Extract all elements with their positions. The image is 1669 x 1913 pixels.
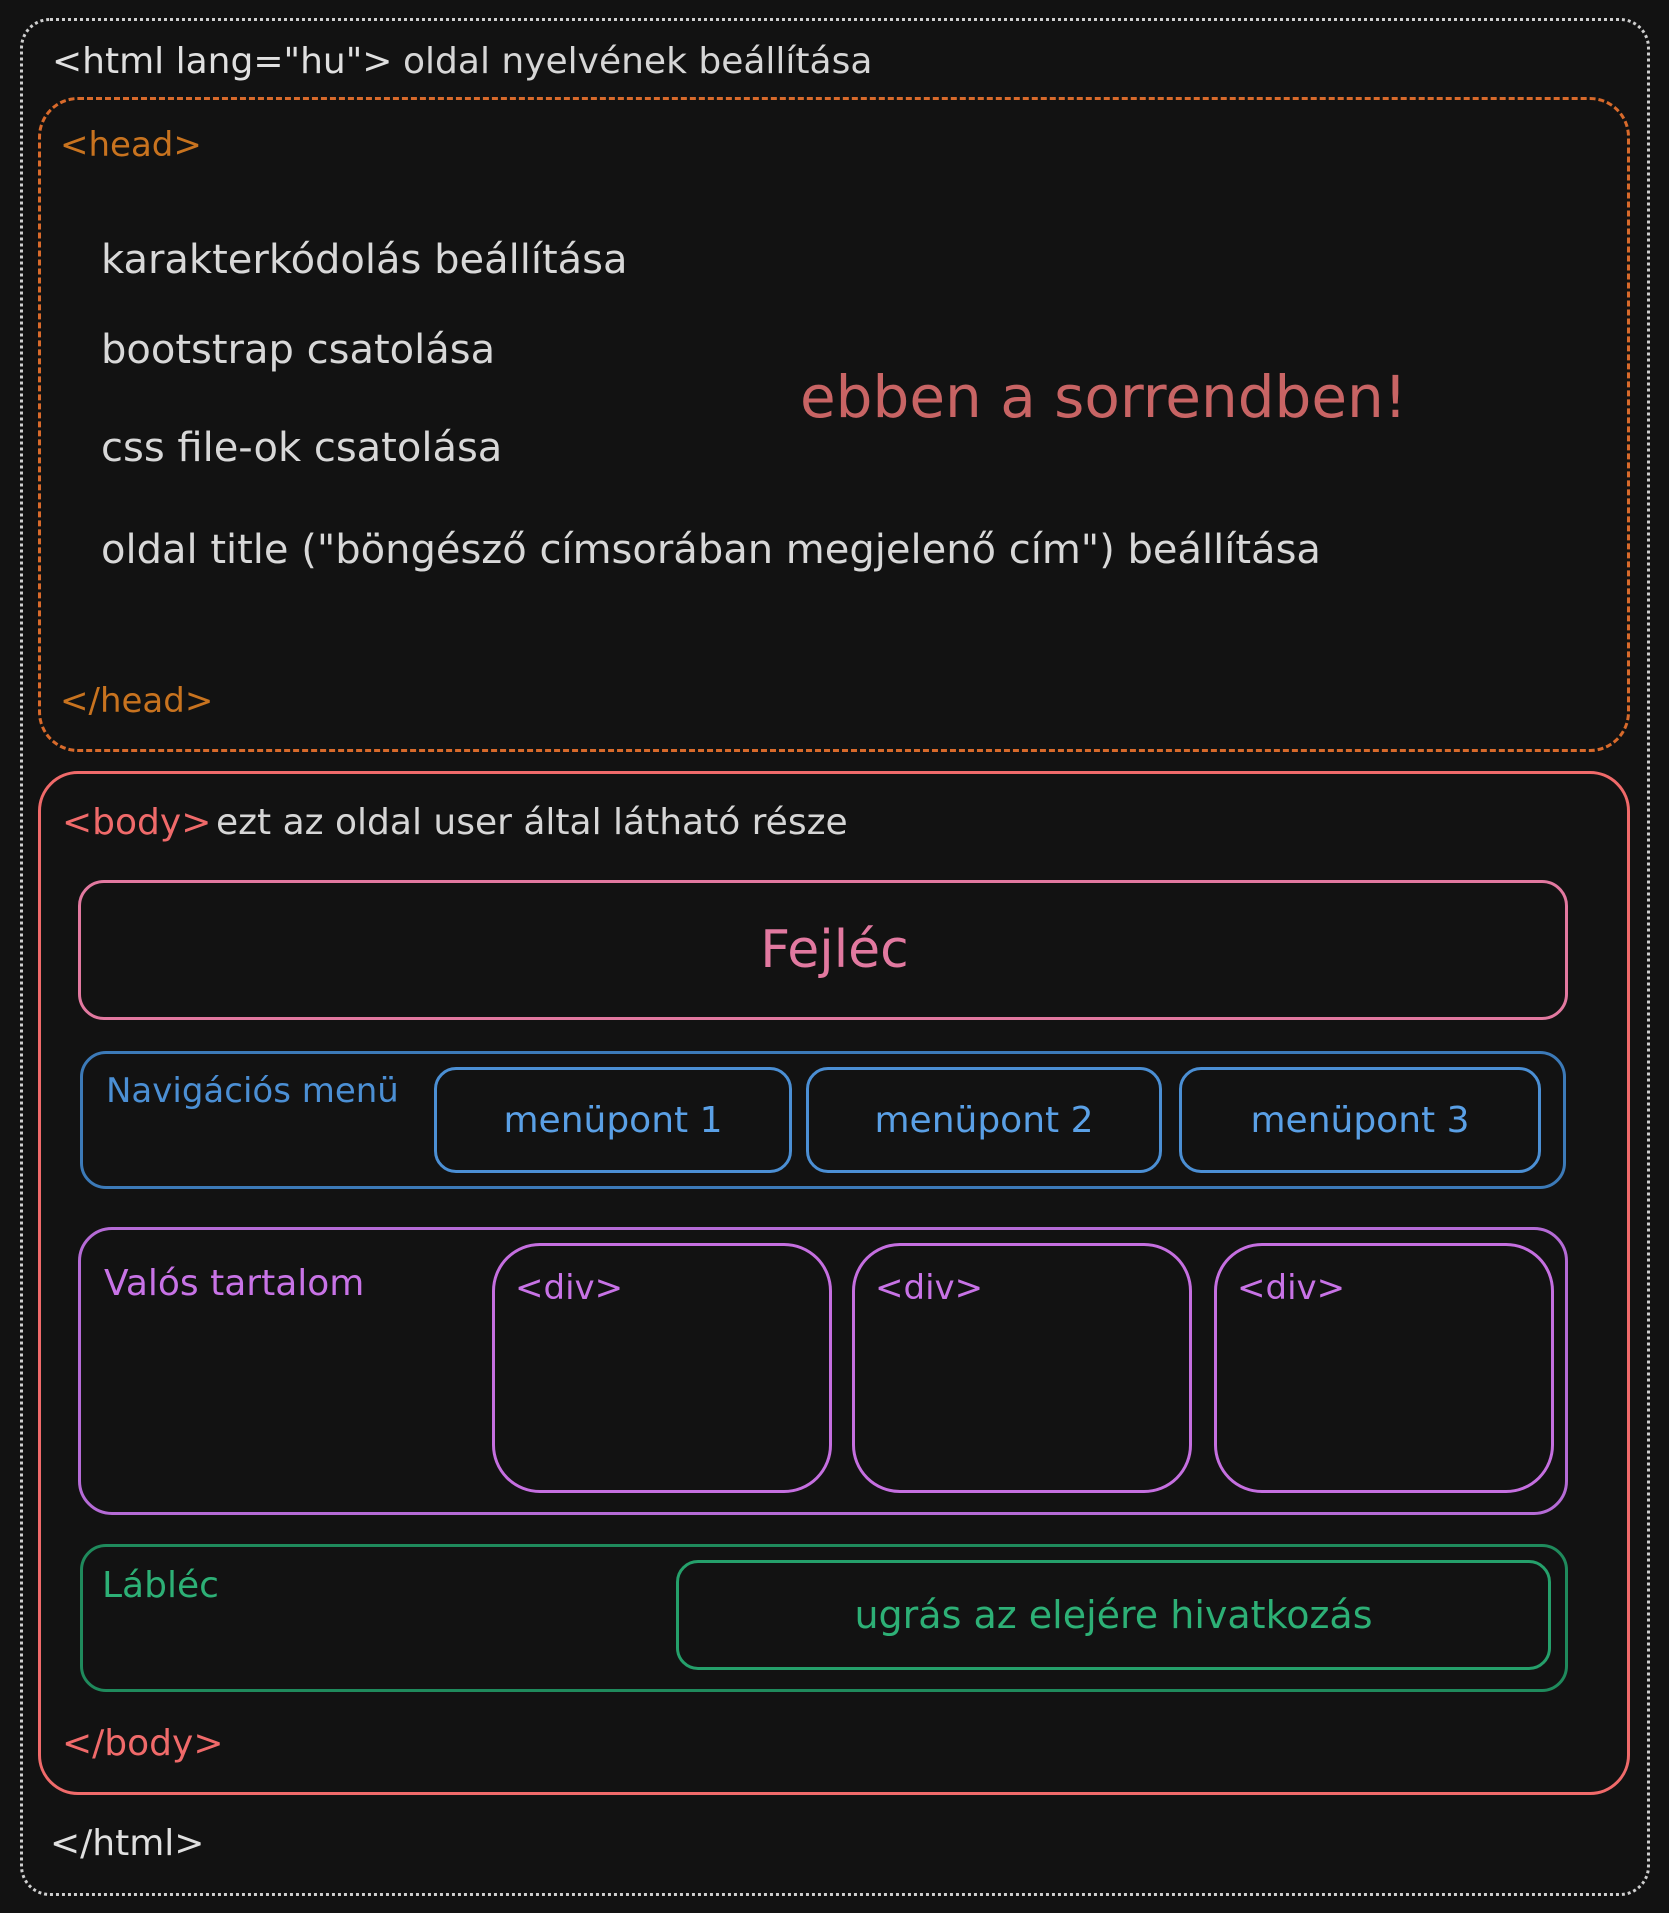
header-label: Fejléc [760, 920, 909, 980]
content-div-2: <div> [852, 1243, 1192, 1493]
order-note: ebben a sorrendben! [800, 363, 1408, 431]
head-close-tag: </head> [60, 681, 214, 721]
back-to-top-link[interactable]: ugrás az elejére hivatkozás [676, 1560, 1551, 1670]
body-note: ezt az oldal user által látható része [216, 802, 848, 843]
content-div-3: <div> [1214, 1243, 1554, 1493]
content-div-1: <div> [492, 1243, 832, 1493]
content-div-3-label: <div> [1237, 1268, 1346, 1308]
head-item-css: css file-ok csatolása [101, 425, 503, 471]
head-item-charset: karakterkódolás beállítása [101, 237, 628, 283]
html-close-tag: </html> [50, 1823, 205, 1864]
menu-item-1[interactable]: menüpont 1 [434, 1067, 792, 1173]
body-close-tag: </body> [62, 1723, 224, 1764]
navigation-menu-label: Navigációs menü [106, 1071, 399, 1111]
head-item-title: oldal title ("böngésző címsorában megjel… [101, 527, 1321, 573]
footer-label: Lábléc [102, 1565, 219, 1606]
body-open-tag: <body> [62, 802, 212, 843]
content-div-2-label: <div> [875, 1268, 984, 1308]
head-open-tag: <head> [60, 125, 202, 165]
menu-item-3[interactable]: menüpont 3 [1179, 1067, 1541, 1173]
menu-item-2[interactable]: menüpont 2 [806, 1067, 1162, 1173]
content-div-1-label: <div> [515, 1268, 624, 1308]
html-open-tag: <html lang="hu"> [52, 41, 393, 82]
html-lang-note: oldal nyelvének beállítása [403, 41, 873, 82]
head-item-bootstrap: bootstrap csatolása [101, 327, 496, 373]
main-content-label: Valós tartalom [104, 1263, 365, 1304]
